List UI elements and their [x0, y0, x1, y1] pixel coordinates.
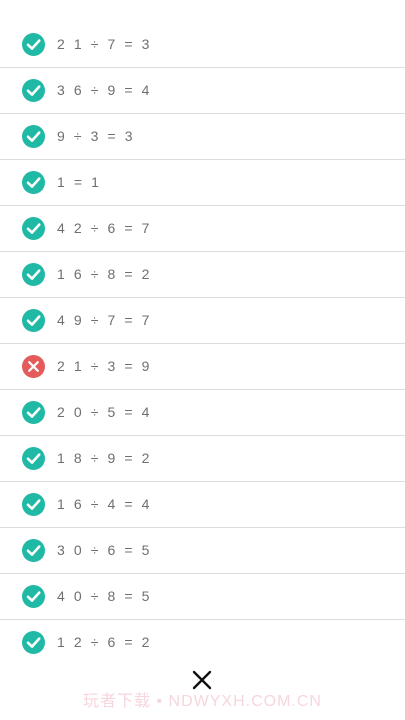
- result-row: 2 1 ÷ 3 = 9: [0, 344, 405, 390]
- result-row: 3 0 ÷ 6 = 5: [0, 528, 405, 574]
- equation-text: 1 = 1: [57, 174, 102, 190]
- check-circle-icon: [22, 493, 45, 516]
- equation-text: 1 8 ÷ 9 = 2: [57, 450, 153, 466]
- x-circle-icon: [22, 355, 45, 378]
- result-row: 1 = 1: [0, 160, 405, 206]
- equation-text: 3 0 ÷ 6 = 5: [57, 542, 153, 558]
- check-circle-icon: [22, 539, 45, 562]
- check-circle-icon: [22, 263, 45, 286]
- equation-text: 4 0 ÷ 8 = 5: [57, 588, 153, 604]
- equation-text: 3 6 ÷ 9 = 4: [57, 82, 153, 98]
- equation-text: 1 6 ÷ 4 = 4: [57, 496, 153, 512]
- equation-text: 9 ÷ 3 = 3: [57, 128, 136, 144]
- result-row: 1 2 ÷ 6 = 2: [0, 620, 405, 665]
- result-row: 4 2 ÷ 6 = 7: [0, 206, 405, 252]
- equation-text: 1 2 ÷ 6 = 2: [57, 634, 153, 650]
- equation-text: 2 1 ÷ 3 = 9: [57, 358, 153, 374]
- check-circle-icon: [22, 33, 45, 56]
- result-row: 1 6 ÷ 4 = 4: [0, 482, 405, 528]
- result-row: 1 6 ÷ 8 = 2: [0, 252, 405, 298]
- result-row: 2 1 ÷ 7 = 3: [0, 22, 405, 68]
- result-row: 1 8 ÷ 9 = 2: [0, 436, 405, 482]
- result-row: 4 9 ÷ 7 = 7: [0, 298, 405, 344]
- equation-text: 1 6 ÷ 8 = 2: [57, 266, 153, 282]
- result-row: 3 6 ÷ 9 = 4: [0, 68, 405, 114]
- equation-text: 2 1 ÷ 7 = 3: [57, 36, 153, 52]
- watermark: 玩者下载 • NDWYXH.COM.CN: [83, 693, 322, 710]
- results-screen: 2 1 ÷ 7 = 3 3 6 ÷ 9 = 4 9 ÷ 3 = 3 1 = 1 4 2 …: [0, 0, 405, 720]
- results-list: 2 1 ÷ 7 = 3 3 6 ÷ 9 = 4 9 ÷ 3 = 3 1 = 1 4 2 …: [0, 22, 405, 665]
- check-circle-icon: [22, 217, 45, 240]
- check-circle-icon: [22, 79, 45, 102]
- check-circle-icon: [22, 309, 45, 332]
- equation-text: 2 0 ÷ 5 = 4: [57, 404, 153, 420]
- result-row: 2 0 ÷ 5 = 4: [0, 390, 405, 436]
- check-circle-icon: [22, 447, 45, 470]
- result-row: 4 0 ÷ 8 = 5: [0, 574, 405, 620]
- equation-text: 4 2 ÷ 6 = 7: [57, 220, 153, 236]
- check-circle-icon: [22, 401, 45, 424]
- result-row: 9 ÷ 3 = 3: [0, 114, 405, 160]
- check-circle-icon: [22, 585, 45, 608]
- check-circle-icon: [22, 125, 45, 148]
- equation-text: 4 9 ÷ 7 = 7: [57, 312, 153, 328]
- check-circle-icon: [22, 171, 45, 194]
- check-circle-icon: [22, 631, 45, 654]
